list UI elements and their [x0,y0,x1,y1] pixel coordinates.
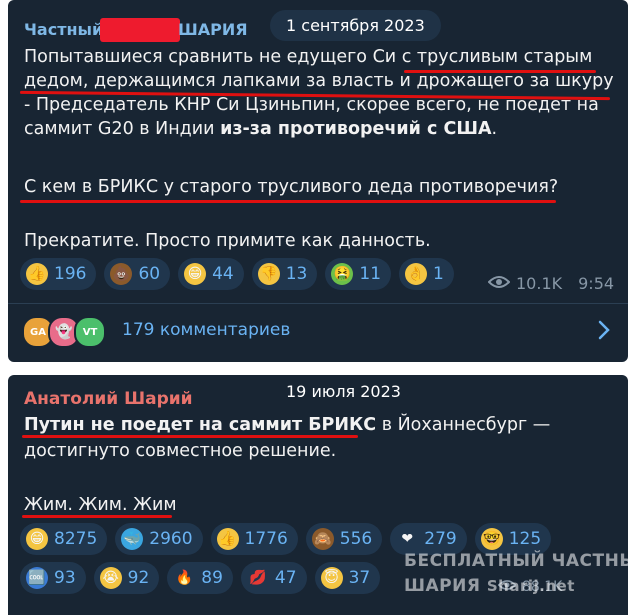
ok-hand-icon: 👌 [405,263,428,285]
reaction-count: 44 [212,264,234,284]
halo-icon: 😇 [320,567,343,589]
eye-icon [487,274,511,293]
text-period: . [491,119,498,139]
date-pill: 19 июля 2023 [286,382,401,401]
sender-name-part1[interactable]: Частный [24,20,103,39]
chevron-right-icon[interactable] [598,320,610,344]
reaction-nauseated[interactable]: 🤮 11 [325,258,392,290]
grin-icon: 😁 [26,528,48,550]
date-pill: 1 сентября 2023 [270,10,441,41]
reaction-count: 92 [127,568,150,588]
reaction-count: 47 [274,568,297,588]
thumbs-up-icon: 👍 [216,528,239,550]
timestamp: 9:54 [578,274,615,293]
redaction-mark [100,18,180,42]
reaction-thumbs-down[interactable]: 👎 13 [251,258,318,290]
watermark-line-1: БЕСПЛАТНЫЙ ЧАСТНЫЙ [404,551,636,571]
underline-1 [404,70,596,73]
underline-3 [20,200,556,203]
nauseated-icon: 🤮 [331,263,354,285]
reaction-count: 60 [138,264,161,284]
divider [8,303,628,304]
reaction-count: 279 [424,529,457,549]
reaction-thumbs-up[interactable]: 👍 196 [20,258,97,290]
reaction-kiss[interactable]: 💋 47 [240,562,307,594]
reaction-count: 1776 [244,529,288,549]
underline-1 [22,435,358,438]
reaction-count: 1 [433,264,444,284]
reaction-ok-hand[interactable]: 👌 1 [399,258,454,290]
grin-icon: 😁 [184,263,207,285]
nerd-icon: 🤓 [480,528,503,550]
thumbs-up-icon: 👍 [26,263,48,285]
text-bold-putin: Путин не поедет на саммит БРИКС [24,415,377,435]
watermark-line-2: ШАРИЯ Sharij.net [404,576,575,596]
heart-icon: ❤ [401,531,414,547]
thumbs-down-icon: 👎 [257,263,280,285]
reaction-halo[interactable]: 😇 37 [314,562,381,594]
reactions-row: 👍 196 💩 60 😁 44 👎 13 🤮 11 👌 1 [20,258,454,290]
poop-icon: 💩 [110,263,133,285]
watermark-site: Sharij.net [486,577,575,595]
reaction-thumbs-up[interactable]: 👍 1776 [210,523,298,555]
reaction-grin[interactable]: 😁 8275 [20,523,108,555]
reaction-count: 89 [201,568,223,588]
text-line-final: Прекратите. Просто примите как данность. [24,231,431,251]
message-bubble-2: Анатолий Шарий 19 июля 2023 Путин не пое… [8,375,636,615]
view-count: 10.1K [516,274,563,293]
reaction-count: 556 [339,529,373,549]
reaction-count: 37 [348,568,371,588]
message-meta: 10.1K 9:54 [487,274,615,293]
cool-icon: 🆒 [26,567,48,589]
text-line-3: Жим. Жим. Жим [24,495,177,515]
text-line-question: С кем в БРИКС у старого трусливого деда … [24,177,559,197]
reaction-count: 125 [508,529,542,549]
reaction-count: 2960 [149,529,193,549]
ghost-icon: 👻 [55,324,73,340]
text-bold-usa: из-за противоречий с США [220,119,492,139]
reaction-grin[interactable]: 😁 44 [178,258,244,290]
fire-icon: 🔥 [175,570,193,586]
reaction-count: 11 [359,264,382,284]
commenter-avatar-3: VT [74,316,106,348]
underline-2 [22,515,172,518]
reaction-whale[interactable]: 🐳 2960 [115,523,203,555]
sender-name-part2[interactable]: ШАРИЯ [178,20,248,39]
sender-name[interactable]: Анатолий Шарий [24,389,193,409]
reaction-cool[interactable]: 🆒 93 [20,562,86,594]
reaction-fire[interactable]: 🔥 89 [167,562,233,594]
reaction-count: 8275 [54,529,98,549]
reaction-count: 196 [54,264,87,284]
text-g20: саммит G20 в Индии [24,119,215,139]
reaction-poop[interactable]: 💩 60 [104,258,171,290]
watermark-text: ШАРИЯ [404,576,481,596]
reaction-count: 93 [54,568,76,588]
text-line-1: Путин не поедет на саммит БРИКС в Йоханн… [24,413,550,437]
crying-icon: 😭 [99,567,122,589]
text-johannesburg: в Йоханнесбург — [376,415,551,435]
comments-link[interactable]: 179 комментариев [122,320,290,340]
reaction-crying[interactable]: 😭 92 [93,562,160,594]
text-line-2: достигнуто совместное решение. [24,441,337,461]
whale-icon: 🐳 [121,528,144,550]
text-line-1: Попытавшиеся сравнить не едущего Си с тр… [24,47,593,67]
reactions-row-2: 🆒 93 😭 92 🔥 89 💋 47 😇 37 [20,562,381,594]
see-no-evil-icon: 🙈 [311,528,334,550]
reaction-count: 13 [285,264,308,284]
reaction-see-no-evil[interactable]: 🙈 556 [305,523,383,555]
text-line-4: саммит G20 в Индии из-за противоречий с … [24,117,497,141]
kiss-icon: 💋 [249,570,267,586]
message-bubble-1: Частный ШАРИЯ 1 сентября 2023 Попытавшие… [8,0,628,362]
